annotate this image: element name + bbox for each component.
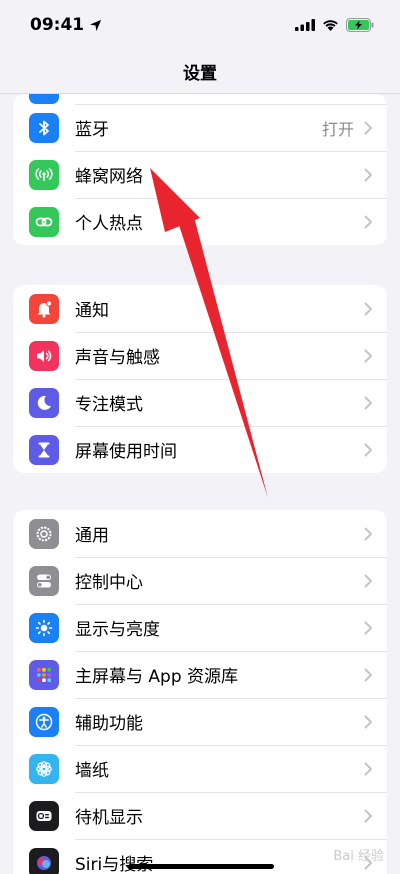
chevron-right-icon xyxy=(364,715,372,728)
standby-icon xyxy=(29,800,59,831)
wifi-icon xyxy=(323,20,338,31)
sound-icon xyxy=(29,340,59,371)
navigation-bar: 设置 xyxy=(0,50,400,94)
settings-row-label: Siri与搜索 xyxy=(75,855,154,874)
page-title: 设置 xyxy=(183,64,217,84)
time-text: 09:41 xyxy=(30,15,85,35)
chevron-right-icon xyxy=(364,168,372,181)
settings-row-hotspot[interactable]: 个人热点 xyxy=(13,198,387,245)
gear-icon xyxy=(29,518,59,549)
settings-row-standby[interactable]: 待机显示 xyxy=(13,792,387,839)
settings-row-label: 声音与触感 xyxy=(75,348,160,368)
battery-charging-icon xyxy=(346,18,374,32)
chevron-right-icon xyxy=(364,621,372,634)
chevron-right-icon xyxy=(364,215,372,228)
settings-group-connectivity: 蓝牙 打开 蜂窝网络 个人热点 xyxy=(13,94,387,245)
focus-moon-icon xyxy=(29,387,59,418)
app-grid-icon xyxy=(29,659,59,690)
settings-group-notifications: 通知 声音与触感 专注模式 屏幕使用时间 xyxy=(13,285,387,473)
chevron-right-icon xyxy=(364,574,372,587)
settings-row-cellular[interactable]: 蜂窝网络 xyxy=(13,151,387,198)
settings-row-label: 主屏幕与 App 资源库 xyxy=(75,667,239,687)
chevron-right-icon xyxy=(364,121,372,134)
settings-row-label: 专注模式 xyxy=(75,395,143,415)
settings-row-label: 控制中心 xyxy=(75,573,143,593)
status-bar: 09:41 xyxy=(0,0,400,50)
settings-row-label: 显示与亮度 xyxy=(75,620,160,640)
status-icons xyxy=(295,18,374,32)
hourglass-icon xyxy=(29,434,59,465)
accessibility-icon xyxy=(29,706,59,737)
chevron-right-icon xyxy=(364,668,372,681)
chevron-right-icon xyxy=(364,762,372,775)
settings-row-label: 蓝牙 xyxy=(75,120,109,140)
bluetooth-status-value: 打开 xyxy=(321,119,354,139)
settings-row-notifications[interactable]: 通知 xyxy=(13,285,387,332)
settings-row-focus[interactable]: 专注模式 xyxy=(13,379,387,426)
chevron-right-icon xyxy=(364,809,372,822)
cellular-icon xyxy=(29,159,59,190)
bluetooth-icon xyxy=(29,112,59,143)
notification-icon xyxy=(29,293,59,324)
sun-icon xyxy=(29,612,59,643)
settings-row-partial[interactable] xyxy=(13,94,387,104)
settings-row-home-screen[interactable]: 主屏幕与 App 资源库 xyxy=(13,651,387,698)
location-arrow-icon xyxy=(90,19,102,31)
toggles-icon xyxy=(29,565,59,596)
settings-group-general: 通用 控制中心 显示与亮度 主屏幕与 App 资源库 辅助功能 墙纸 待机显示 … xyxy=(13,510,387,874)
settings-row-bluetooth[interactable]: 蓝牙 打开 xyxy=(13,104,387,151)
flower-icon xyxy=(29,753,59,784)
status-time: 09:41 xyxy=(30,15,102,35)
settings-row-display[interactable]: 显示与亮度 xyxy=(13,604,387,651)
settings-row-label: 待机显示 xyxy=(75,808,143,828)
settings-row-label: 墙纸 xyxy=(75,761,109,781)
hotspot-icon xyxy=(29,206,59,237)
settings-row-label: 个人热点 xyxy=(75,214,143,234)
cellular-signal-icon xyxy=(295,19,315,31)
settings-row-control-center[interactable]: 控制中心 xyxy=(13,557,387,604)
settings-row-label: 通用 xyxy=(75,526,109,546)
settings-row-accessibility[interactable]: 辅助功能 xyxy=(13,698,387,745)
chevron-right-icon xyxy=(364,396,372,409)
settings-row-wallpaper[interactable]: 墙纸 xyxy=(13,745,387,792)
settings-row-label: 辅助功能 xyxy=(75,714,143,734)
watermark: Bai 经验 xyxy=(333,849,384,864)
siri-icon xyxy=(29,847,59,874)
home-indicator[interactable] xyxy=(128,864,274,869)
partial-icon xyxy=(29,94,59,104)
settings-row-label: 屏幕使用时间 xyxy=(75,442,177,462)
chevron-right-icon xyxy=(364,443,372,456)
settings-row-label: 通知 xyxy=(75,301,109,321)
settings-row-screen-time[interactable]: 屏幕使用时间 xyxy=(13,426,387,473)
settings-row-sounds[interactable]: 声音与触感 xyxy=(13,332,387,379)
settings-row-general[interactable]: 通用 xyxy=(13,510,387,557)
chevron-right-icon xyxy=(364,527,372,540)
chevron-right-icon xyxy=(364,302,372,315)
chevron-right-icon xyxy=(364,349,372,362)
settings-row-label: 蜂窝网络 xyxy=(75,167,143,187)
